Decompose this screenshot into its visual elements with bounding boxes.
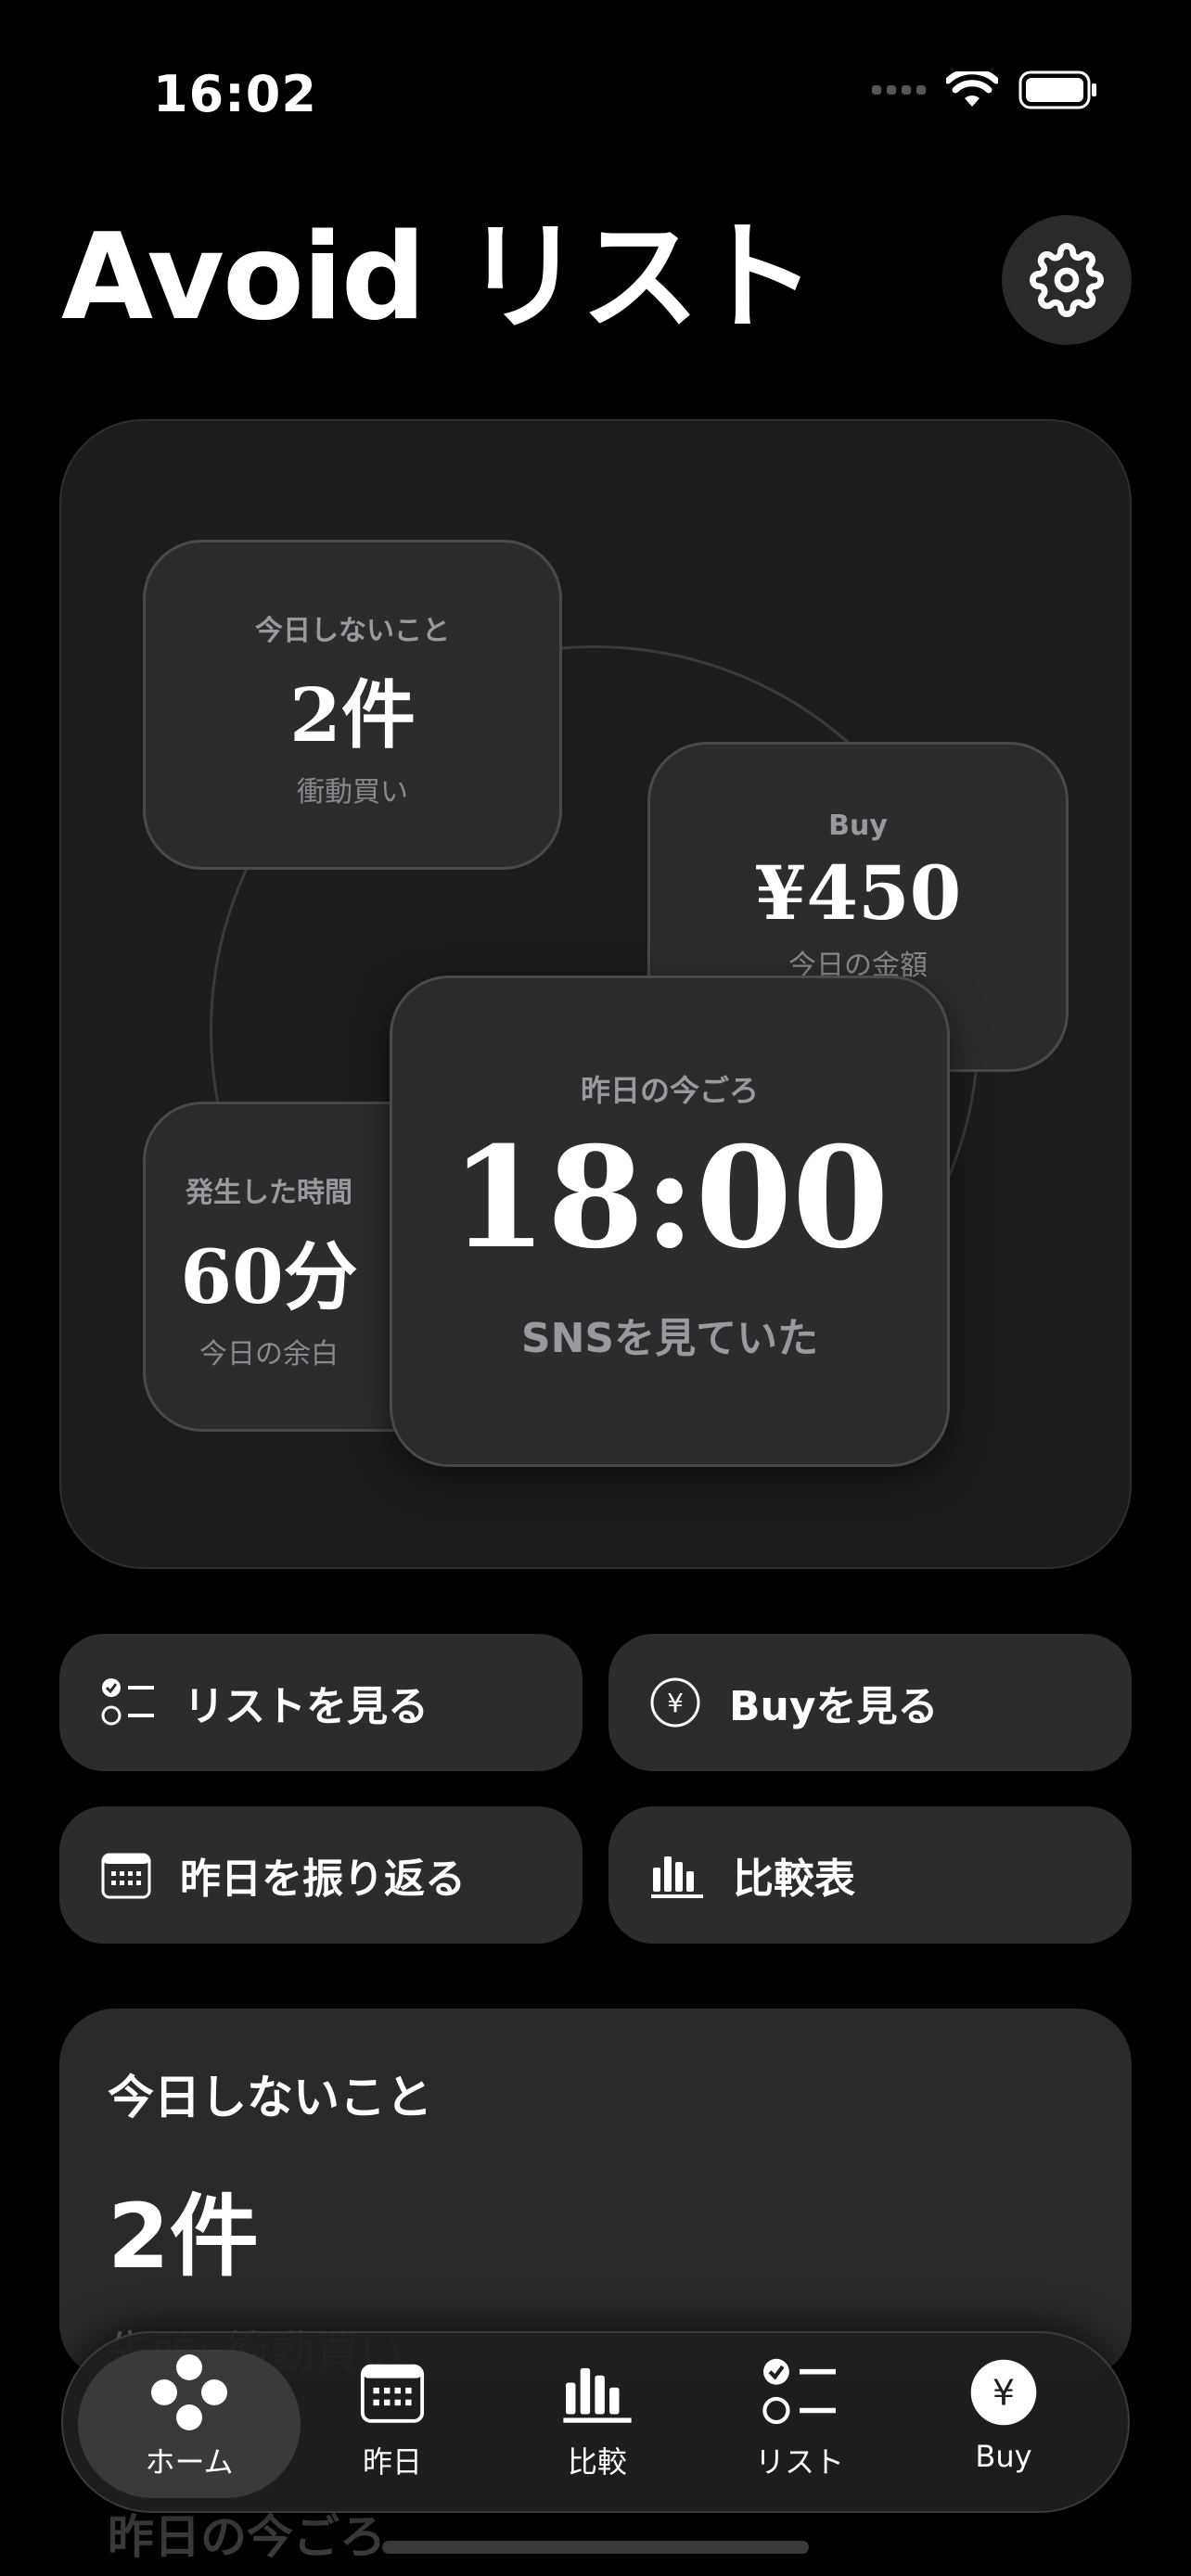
- review-yesterday-label: 昨日を振り返る: [180, 1855, 466, 1903]
- tab-buy[interactable]: ¥ Buy: [911, 2350, 1096, 2498]
- hero-card: 今日しないこと 2件 衝動買い Buy ¥450 今日の金額 発生した時間 60…: [59, 419, 1132, 1569]
- view-list-button[interactable]: リストを見る: [59, 1634, 583, 1771]
- checklist-icon: [762, 2358, 836, 2425]
- today-avoid-sub: 衝動買い: [297, 776, 408, 809]
- view-buy-label: Buyを見る: [729, 1683, 939, 1730]
- today-avoid-card[interactable]: 今日しないこと 2件 衝動買い: [143, 540, 562, 870]
- tab-list[interactable]: リスト: [707, 2350, 892, 2498]
- tab-bar: ホーム 昨日 比較 リスト ¥ Buy: [61, 2331, 1130, 2513]
- yesterday-card[interactable]: 昨日の今ごろ 18:00 SNSを見ていた: [390, 976, 950, 1467]
- today-avoid-label: 今日しないこと: [255, 615, 450, 647]
- review-yesterday-button[interactable]: 昨日を振り返る: [59, 1806, 583, 1944]
- tab-list-label: リスト: [754, 2444, 844, 2480]
- home-dots-icon: [151, 2354, 227, 2430]
- cellular-dots-icon: [872, 85, 926, 95]
- page-title: Avoid リスト: [61, 209, 816, 347]
- gear-icon: [1030, 243, 1104, 317]
- tab-buy-label: Buy: [975, 2439, 1032, 2474]
- calendar-icon: [360, 2364, 425, 2423]
- tab-compare[interactable]: 比較: [505, 2350, 690, 2498]
- status-bar: 16:02: [0, 0, 1191, 148]
- home-indicator: [382, 2541, 809, 2554]
- comparison-button[interactable]: 比較表: [608, 1806, 1132, 1944]
- spare-time-value: 60分: [180, 1233, 358, 1320]
- svg-text:¥: ¥: [992, 2373, 1015, 2414]
- svg-text:¥: ¥: [667, 1688, 684, 1718]
- tab-yesterday[interactable]: 昨日: [300, 2350, 485, 2498]
- tab-compare-label: 比較: [567, 2444, 627, 2480]
- comparison-label: 比較表: [733, 1855, 855, 1903]
- battery-icon: [1018, 70, 1096, 109]
- yen-circle-icon: ¥: [970, 2359, 1037, 2426]
- yen-circle-icon: ¥: [650, 1677, 700, 1728]
- wifi-icon: [946, 71, 998, 107]
- summary-label: 今日しないこと: [108, 2071, 432, 2124]
- tab-home-label: ホーム: [145, 2444, 234, 2480]
- calendar-icon: [101, 1853, 151, 1899]
- yesterday-label: 昨日の今ごろ: [580, 1073, 759, 1108]
- checklist-icon: [101, 1678, 154, 1726]
- buy-label: Buy: [828, 810, 888, 842]
- yesterday-sub: SNSを見ていた: [520, 1315, 819, 1362]
- summary-value: 2件: [108, 2185, 259, 2289]
- today-summary-card[interactable]: 今日しないこと 2件 先頭: 衝動買い: [59, 2009, 1132, 2379]
- bar-chart-icon: [563, 2367, 632, 2423]
- settings-button[interactable]: [1002, 215, 1132, 345]
- status-time: 16:02: [153, 65, 317, 123]
- bar-chart-icon: [651, 1856, 703, 1898]
- buy-value: ¥450: [754, 849, 962, 937]
- tab-yesterday-label: 昨日: [362, 2444, 422, 2480]
- tab-home[interactable]: ホーム: [78, 2350, 301, 2498]
- yesterday-time: 18:00: [450, 1116, 890, 1280]
- view-buy-button[interactable]: ¥ Buyを見る: [608, 1634, 1132, 1771]
- spare-time-label: 発生した時間: [186, 1177, 352, 1209]
- today-avoid-value: 2件: [289, 671, 416, 759]
- view-list-label: リストを見る: [184, 1683, 429, 1730]
- status-icons: [872, 70, 1098, 109]
- spare-time-sub: 今日の余白: [199, 1338, 339, 1371]
